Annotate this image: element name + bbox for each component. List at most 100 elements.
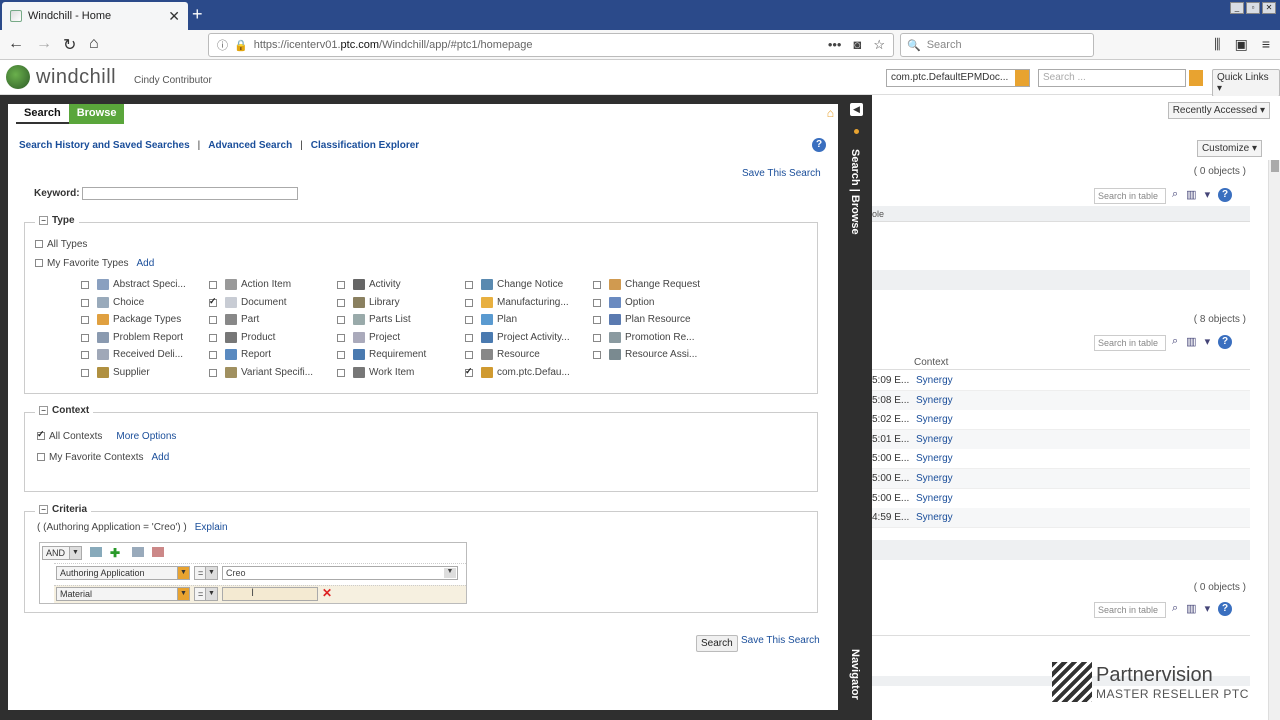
checkbox[interactable]	[81, 333, 89, 342]
table-row[interactable]: 4:59 E... Synergy	[870, 508, 1250, 529]
type-option[interactable]: Parts List	[337, 314, 411, 325]
table-row[interactable]: 5:01 E... Synergy	[870, 429, 1250, 450]
attribute-select[interactable]: Authoring Application ▼	[56, 566, 190, 580]
context-select[interactable]: com.ptc.DefaultEPMDoc...	[886, 69, 1030, 87]
favorite-contexts-option[interactable]: My Favorite Contexts Add	[37, 452, 169, 463]
criteria-value-select[interactable]: Creo ▼	[222, 566, 458, 580]
help-icon[interactable]: ?	[1218, 335, 1233, 349]
checkbox[interactable]	[465, 280, 473, 289]
type-option[interactable]: Project Activity...	[465, 332, 570, 343]
table-search-input[interactable]: Search in table	[1094, 602, 1166, 618]
header-search-input[interactable]: Search ...	[1038, 69, 1203, 87]
collapse-icon[interactable]: ◀	[850, 103, 863, 116]
column-icon[interactable]: ▥	[1186, 335, 1196, 349]
row-context-link[interactable]: Synergy	[916, 453, 953, 464]
find-icon[interactable]: ⌕	[1172, 335, 1178, 349]
checkbox[interactable]	[337, 280, 345, 289]
collapse-icon[interactable]: −	[39, 406, 48, 415]
type-option[interactable]: Change Request	[593, 279, 700, 290]
tab-search[interactable]: Search	[16, 104, 69, 124]
type-option[interactable]: Resource	[465, 349, 540, 360]
type-option[interactable]: Variant Specifi...	[209, 367, 313, 378]
search-history-link[interactable]: Search History and Saved Searches	[19, 140, 190, 151]
info-icon[interactable]: ⓘ	[217, 37, 228, 53]
favorite-types-option[interactable]: My Favorite Types Add	[35, 258, 154, 269]
type-option[interactable]: Part	[209, 314, 259, 325]
checkbox[interactable]	[465, 315, 473, 324]
checkbox[interactable]	[209, 368, 217, 377]
comparison-select[interactable]: = ▼	[194, 587, 218, 601]
type-option[interactable]: Activity	[337, 279, 401, 290]
chevron-down-icon[interactable]: ▾	[1205, 335, 1211, 349]
delete-row-icon[interactable]: ✕	[322, 586, 332, 600]
table-search-input[interactable]: Search in table	[1094, 188, 1166, 204]
add-favorite-type-link[interactable]: Add	[137, 258, 155, 269]
checkbox[interactable]	[209, 350, 217, 359]
help-icon[interactable]: ?	[1218, 602, 1233, 616]
classification-explorer-link[interactable]: Classification Explorer	[311, 140, 419, 151]
browser-tab[interactable]: Windchill - Home ✕	[2, 2, 188, 30]
checkbox[interactable]	[465, 298, 473, 307]
collapse-icon[interactable]: −	[39, 216, 48, 225]
sidebar-icon[interactable]: ▣	[1235, 36, 1248, 53]
checkbox[interactable]	[209, 296, 217, 307]
type-option[interactable]: Plan	[465, 314, 517, 325]
copy-criteria-icon[interactable]	[132, 547, 144, 557]
row-context-link[interactable]: Synergy	[916, 473, 953, 484]
type-option[interactable]: Choice	[81, 297, 144, 308]
type-option[interactable]: Requirement	[337, 349, 426, 360]
menu-icon[interactable]: ≡	[1262, 36, 1270, 53]
windchill-logo[interactable]: windchill	[6, 65, 116, 89]
row-context-link[interactable]: Synergy	[916, 414, 953, 425]
type-option[interactable]: Received Deli...	[81, 349, 183, 360]
row-context-link[interactable]: Synergy	[916, 395, 953, 406]
chevron-down-icon[interactable]: ▾	[1205, 602, 1211, 616]
table-row[interactable]: 5:00 E... Synergy	[870, 449, 1250, 470]
checkbox[interactable]	[209, 333, 217, 342]
checkbox[interactable]	[593, 280, 601, 289]
checkbox[interactable]	[337, 333, 345, 342]
type-option[interactable]: Change Notice	[465, 279, 563, 290]
chevron-down-icon[interactable]: ▾	[1205, 188, 1211, 202]
row-context-link[interactable]: Synergy	[916, 434, 953, 445]
page-scrollbar[interactable]	[1268, 160, 1280, 720]
checkbox[interactable]	[81, 298, 89, 307]
type-option[interactable]: Problem Report	[81, 332, 183, 343]
explain-link[interactable]: Explain	[195, 522, 228, 533]
row-context-link[interactable]: Synergy	[916, 512, 953, 523]
save-search-link[interactable]: Save This Search	[742, 168, 821, 179]
close-window-icon[interactable]: ✕	[1262, 2, 1276, 14]
table-row[interactable]: 5:00 E... Synergy	[870, 488, 1250, 509]
type-option[interactable]: Abstract Speci...	[81, 279, 186, 290]
chevron-down-icon[interactable]: ▼	[177, 588, 189, 600]
type-option[interactable]: Promotion Re...	[593, 332, 694, 343]
table-row[interactable]: 5:09 E... Synergy	[870, 371, 1250, 391]
type-option[interactable]: Supplier	[81, 367, 150, 378]
home-icon[interactable]: ⌂	[827, 106, 834, 120]
close-tab-icon[interactable]: ✕	[168, 8, 180, 25]
checkbox[interactable]	[593, 333, 601, 342]
navigator-side-tab[interactable]: Navigator	[849, 649, 861, 700]
checkbox[interactable]	[209, 280, 217, 289]
keyword-input[interactable]	[82, 187, 298, 200]
row-context-link[interactable]: Synergy	[916, 375, 953, 386]
checkbox[interactable]	[209, 315, 217, 324]
find-icon[interactable]: ⌕	[1172, 602, 1178, 616]
new-tab-icon[interactable]: +	[192, 4, 203, 25]
search-button[interactable]: Search	[696, 635, 738, 652]
type-option[interactable]: Manufacturing...	[465, 297, 569, 308]
quick-links-menu[interactable]: Quick Links ▾	[1212, 69, 1280, 97]
type-option[interactable]: Project	[337, 332, 400, 343]
checkbox[interactable]	[81, 280, 89, 289]
all-types-option[interactable]: All Types	[35, 239, 87, 250]
library-icon[interactable]: ⫼	[1214, 36, 1220, 53]
table-row[interactable]: 5:08 E... Synergy	[870, 390, 1250, 411]
table-row[interactable]: 5:02 E... Synergy	[870, 410, 1250, 431]
browser-search-field[interactable]: 🔍 Search	[900, 33, 1094, 57]
type-option[interactable]: Package Types	[81, 314, 181, 325]
chevron-down-icon[interactable]	[1015, 70, 1029, 86]
chevron-down-icon[interactable]: ▼	[69, 547, 81, 559]
help-icon[interactable]: ?	[1218, 188, 1233, 202]
checkbox[interactable]	[81, 315, 89, 324]
page-actions-icon[interactable]: •••	[828, 37, 842, 53]
